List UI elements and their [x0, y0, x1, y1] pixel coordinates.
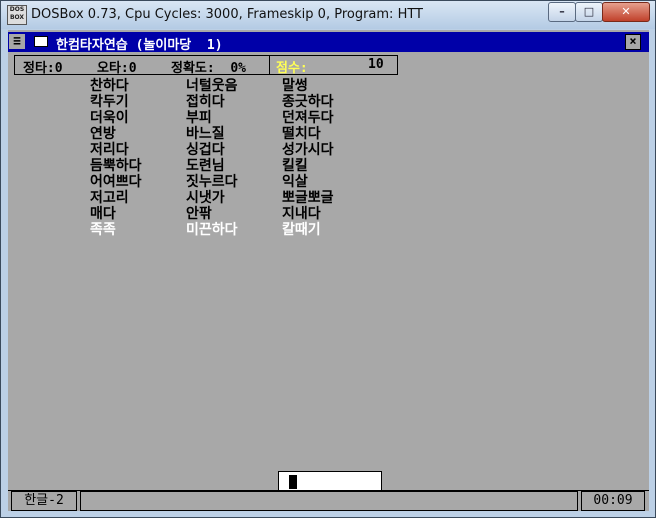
dos-screen[interactable]: ≡ 한컴타자연습 (놀이마당 1) × 정타:0 오타:0 정확도: 0% 점수…: [8, 30, 649, 511]
close-button[interactable]: ✕: [602, 2, 650, 22]
falling-word: 매다: [90, 206, 116, 222]
dosbox-app-icon[interactable]: DOS BOX: [7, 5, 27, 25]
falling-word: 찬하다: [90, 78, 129, 94]
falling-word: 던져두다: [282, 110, 334, 126]
falling-word: 지내다: [282, 206, 321, 222]
falling-word: 종긋하다: [282, 94, 334, 110]
window-title: DOSBox 0.73, Cpu Cycles: 3000, Frameskip…: [31, 7, 423, 22]
falling-word: 접히다: [186, 94, 225, 110]
falling-word: 저고리: [90, 190, 129, 206]
maximize-button[interactable]: □: [575, 2, 603, 22]
correct-count: 정타:0: [23, 61, 63, 76]
falling-word: 너털웃음: [186, 78, 238, 94]
minimize-button[interactable]: –: [548, 2, 576, 22]
falling-word: 싱겁다: [186, 142, 225, 158]
falling-word: 익살: [282, 174, 308, 190]
text-cursor: [289, 475, 297, 489]
timer: 00:09: [581, 491, 645, 511]
accuracy: 정확도: 0%: [171, 61, 247, 76]
falling-word: 연방: [90, 126, 116, 142]
score-label: 점수:: [276, 61, 308, 76]
falling-word: 듬뿍하다: [90, 158, 142, 174]
falling-word: 떨치다: [282, 126, 321, 142]
falling-word: 말썽: [282, 78, 308, 94]
falling-word: 부피: [186, 110, 212, 126]
app-close-button[interactable]: ×: [625, 34, 641, 50]
app-titlebar: ≡ 한컴타자연습 (놀이마당 1) ×: [8, 32, 649, 53]
bottom-status-bar: 한글-2 00:09: [8, 490, 649, 511]
system-menu-icon[interactable]: ≡: [9, 34, 25, 49]
score-value: 10: [368, 57, 384, 72]
falling-word: 어여쁘다: [90, 174, 142, 190]
dosbox-window: DOS BOX DOSBox 0.73, Cpu Cycles: 3000, F…: [0, 0, 656, 518]
bottom-message-area: [80, 491, 578, 511]
falling-word: 더욱이: [90, 110, 129, 126]
input-mode: 한글-2: [11, 491, 77, 511]
falling-word: 칼때기: [282, 222, 321, 238]
falling-word: 짓누르다: [186, 174, 238, 190]
falling-word: 안팎: [186, 206, 212, 222]
falling-word: 성가시다: [282, 142, 334, 158]
falling-word: 뽀글뽀글: [282, 190, 334, 206]
falling-word: 바느질: [186, 126, 225, 142]
score-box: 점수: 10: [269, 56, 400, 76]
falling-word: 족족: [90, 222, 116, 238]
stats-bar: 정타:0 오타:0 정확도: 0% 점수: 10: [14, 55, 400, 76]
falling-word: 시냇가: [186, 190, 225, 206]
falling-word: 저리다: [90, 142, 129, 158]
keyboard-icon: [34, 36, 48, 47]
window-titlebar[interactable]: DOS BOX DOSBox 0.73, Cpu Cycles: 3000, F…: [1, 1, 655, 29]
app-title: 한컴타자연습 (놀이마당 1): [56, 38, 223, 53]
falling-word: 도련님: [186, 158, 225, 174]
falling-word: 킬킬: [282, 158, 308, 174]
wrong-count: 오타:0: [97, 61, 137, 76]
falling-word: 미끈하다: [186, 222, 238, 238]
falling-word: 칵두기: [90, 94, 129, 110]
